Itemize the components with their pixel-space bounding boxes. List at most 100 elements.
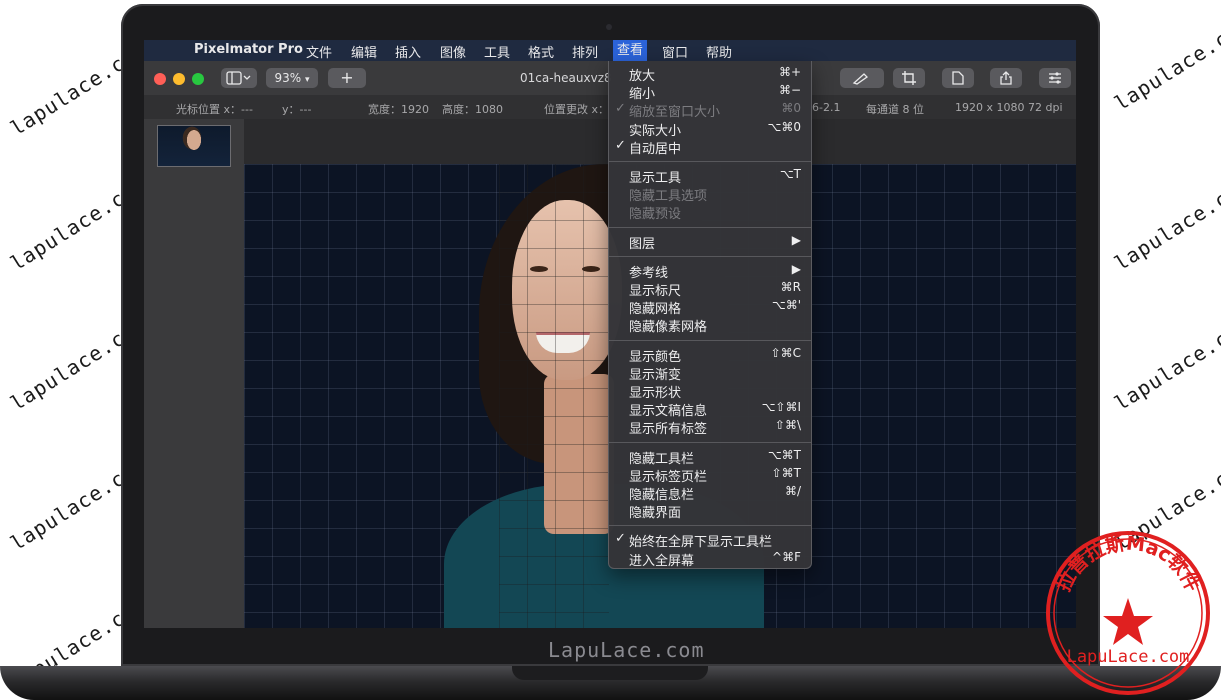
- chevron-down-icon: ▾: [304, 75, 310, 85]
- menu-edit[interactable]: 编辑: [351, 42, 377, 61]
- menu-window[interactable]: 窗口: [662, 42, 688, 61]
- menu-item-label: 显示工具: [629, 171, 682, 186]
- view-menu-item[interactable]: 参考线 ▶: [609, 261, 811, 281]
- menu-item-label: 显示形状: [629, 386, 682, 401]
- cursor-x-readout: 光标位置 x：---: [176, 103, 253, 116]
- view-menu-item: ✓ 缩放至窗口大小 ⌘0: [609, 101, 811, 121]
- photo-grid-overlay: [499, 164, 609, 628]
- view-menu-item[interactable]: 隐藏网格 ⌥⌘': [609, 298, 811, 317]
- layer-thumbnail[interactable]: [157, 125, 231, 167]
- menu-separator: [609, 525, 811, 527]
- view-menu-item[interactable]: 实际大小 ⌥⌘0: [609, 119, 811, 139]
- view-menu-item[interactable]: 隐藏信息栏 ⌘/: [609, 484, 811, 503]
- menu-item-label: 显示所有标签: [629, 422, 708, 438]
- star-icon: [1103, 598, 1153, 645]
- view-menu-item[interactable]: 隐藏工具栏 ⌥⌘T: [609, 448, 811, 467]
- checkmark-icon: ✓: [615, 101, 626, 117]
- menu-item-label: 参考线: [629, 265, 669, 281]
- menu-item-label: 显示标尺: [629, 284, 682, 299]
- menu-item-label: 显示渐变: [629, 367, 682, 383]
- cursor-y-readout: y：---: [282, 103, 312, 116]
- menu-item-shortcut: ⇧⌘\: [774, 418, 801, 433]
- menu-item-label: 隐藏界面: [629, 506, 682, 522]
- menu-item-shortcut: ⌥⇧⌘I: [761, 400, 801, 415]
- add-button[interactable]: +: [328, 68, 366, 88]
- view-menu-item[interactable]: ✓ 始终在全屏下显示工具栏: [609, 531, 811, 550]
- view-menu-item[interactable]: ✓ 自动居中: [609, 137, 811, 157]
- sidebar-toggle-button[interactable]: [221, 68, 257, 88]
- menu-format[interactable]: 格式: [528, 42, 554, 61]
- sidebar-icon: [226, 71, 251, 85]
- menu-item-label: 隐藏工具选项: [629, 189, 708, 205]
- size-dpi-readout: 1920 x 1080 72 dpi: [955, 101, 1063, 114]
- view-menu-item[interactable]: 图层 ▶: [609, 233, 811, 252]
- watermark-text: lapulace.com: [1110, 312, 1221, 416]
- view-menu-item[interactable]: 显示文稿信息 ⌥⇧⌘I: [609, 400, 811, 419]
- menu-item-shortcut: ⌘/: [784, 484, 801, 498]
- menu-view[interactable]: 查看: [613, 40, 648, 61]
- brush-icon: [852, 73, 869, 85]
- minimize-button[interactable]: [173, 73, 185, 85]
- view-menu-item[interactable]: 隐藏界面: [609, 502, 811, 522]
- width-readout: 宽度：1920: [368, 103, 429, 116]
- app-menu[interactable]: Pixelmator Pro: [194, 42, 303, 57]
- menu-item-label: 缩放至窗口大小: [629, 105, 721, 121]
- menu-item-label: 隐藏信息栏: [629, 488, 695, 503]
- document-button[interactable]: [942, 68, 974, 88]
- menu-item-shortcut: ⌘R: [780, 280, 801, 294]
- menu-item-shortcut: ^⌘F: [772, 549, 801, 564]
- view-menu-item[interactable]: 放大 ⌘+: [609, 65, 811, 84]
- menu-item-shortcut: ⌥⌘0: [767, 119, 801, 134]
- view-menu-item[interactable]: 显示所有标签 ⇧⌘\: [609, 418, 811, 438]
- height-readout: 高度：1080: [442, 103, 503, 116]
- view-menu-item: 隐藏工具选项: [609, 185, 811, 205]
- view-menu-item[interactable]: 显示标签页栏 ⇧⌘T: [609, 465, 811, 485]
- adjust-button[interactable]: [1039, 68, 1071, 88]
- menu-item-label: 隐藏像素网格: [629, 320, 708, 336]
- menu-item-shortcut: ⌘+: [778, 65, 801, 79]
- position-change-readout: 位置更改 x：: [544, 103, 610, 116]
- bit-depth-readout: 每通道 8 位: [866, 103, 924, 116]
- crop-button[interactable]: [893, 68, 925, 88]
- menu-item-label: 图层: [629, 236, 656, 252]
- menu-separator: [609, 161, 811, 162]
- checkmark-icon: ✓: [615, 531, 626, 547]
- menu-item-shortcut: ⌘0: [781, 101, 801, 116]
- view-menu-item[interactable]: 显示工具 ⌥T: [609, 167, 811, 186]
- submenu-arrow-icon: ▶: [791, 261, 801, 276]
- edit-tool-button[interactable]: [840, 68, 884, 88]
- menu-item-label: 隐藏工具栏: [629, 451, 695, 467]
- view-menu-item[interactable]: 进入全屏幕 ^⌘F: [609, 549, 811, 569]
- watermark-text: lapulace.com: [1110, 172, 1221, 276]
- document-title: 01ca-heauxvz8: [520, 71, 612, 85]
- menu-tools[interactable]: 工具: [484, 42, 510, 61]
- zoom-level-select[interactable]: 93% ▾: [266, 68, 318, 88]
- menu-help[interactable]: 帮助: [706, 42, 732, 61]
- layers-sidebar: [144, 119, 244, 628]
- view-menu-item: 隐藏预设: [609, 203, 811, 222]
- view-menu-item[interactable]: 缩小 ⌘−: [609, 83, 811, 103]
- menu-image[interactable]: 图像: [440, 42, 466, 61]
- menu-item-shortcut: ⇧⌘T: [771, 465, 801, 480]
- watermark-text: lapulace.com: [1110, 12, 1221, 116]
- menu-file[interactable]: 文件: [306, 42, 332, 61]
- close-button[interactable]: [154, 73, 166, 85]
- menu-item-label: 显示标签页栏: [629, 469, 708, 485]
- color-profile-readout: 6-2.1: [812, 101, 841, 114]
- menu-item-label: 实际大小: [629, 123, 682, 139]
- view-menu-item[interactable]: 隐藏像素网格: [609, 316, 811, 336]
- menu-bar: Pixelmator Pro 文件 编辑 插入 图像 工具 格式 排列 查看 窗…: [144, 40, 1076, 61]
- view-menu-item[interactable]: 显示渐变: [609, 364, 811, 383]
- checkmark-icon: ✓: [615, 137, 626, 153]
- camera-dot: [606, 24, 612, 30]
- view-menu-item[interactable]: 显示标尺 ⌘R: [609, 280, 811, 299]
- menu-insert[interactable]: 插入: [395, 42, 421, 61]
- view-menu-item[interactable]: 显示形状: [609, 382, 811, 401]
- share-button[interactable]: [990, 68, 1022, 88]
- menu-item-shortcut: ⌥T: [779, 167, 801, 181]
- zoom-button[interactable]: [192, 73, 204, 85]
- seal-stamp: 拉普拉斯Mac软件 LapuLace.com: [1046, 531, 1210, 695]
- menu-item-label: 缩小: [629, 87, 656, 103]
- menu-arrange[interactable]: 排列: [572, 42, 598, 61]
- view-menu-item[interactable]: 显示颜色 ⇧⌘C: [609, 346, 811, 365]
